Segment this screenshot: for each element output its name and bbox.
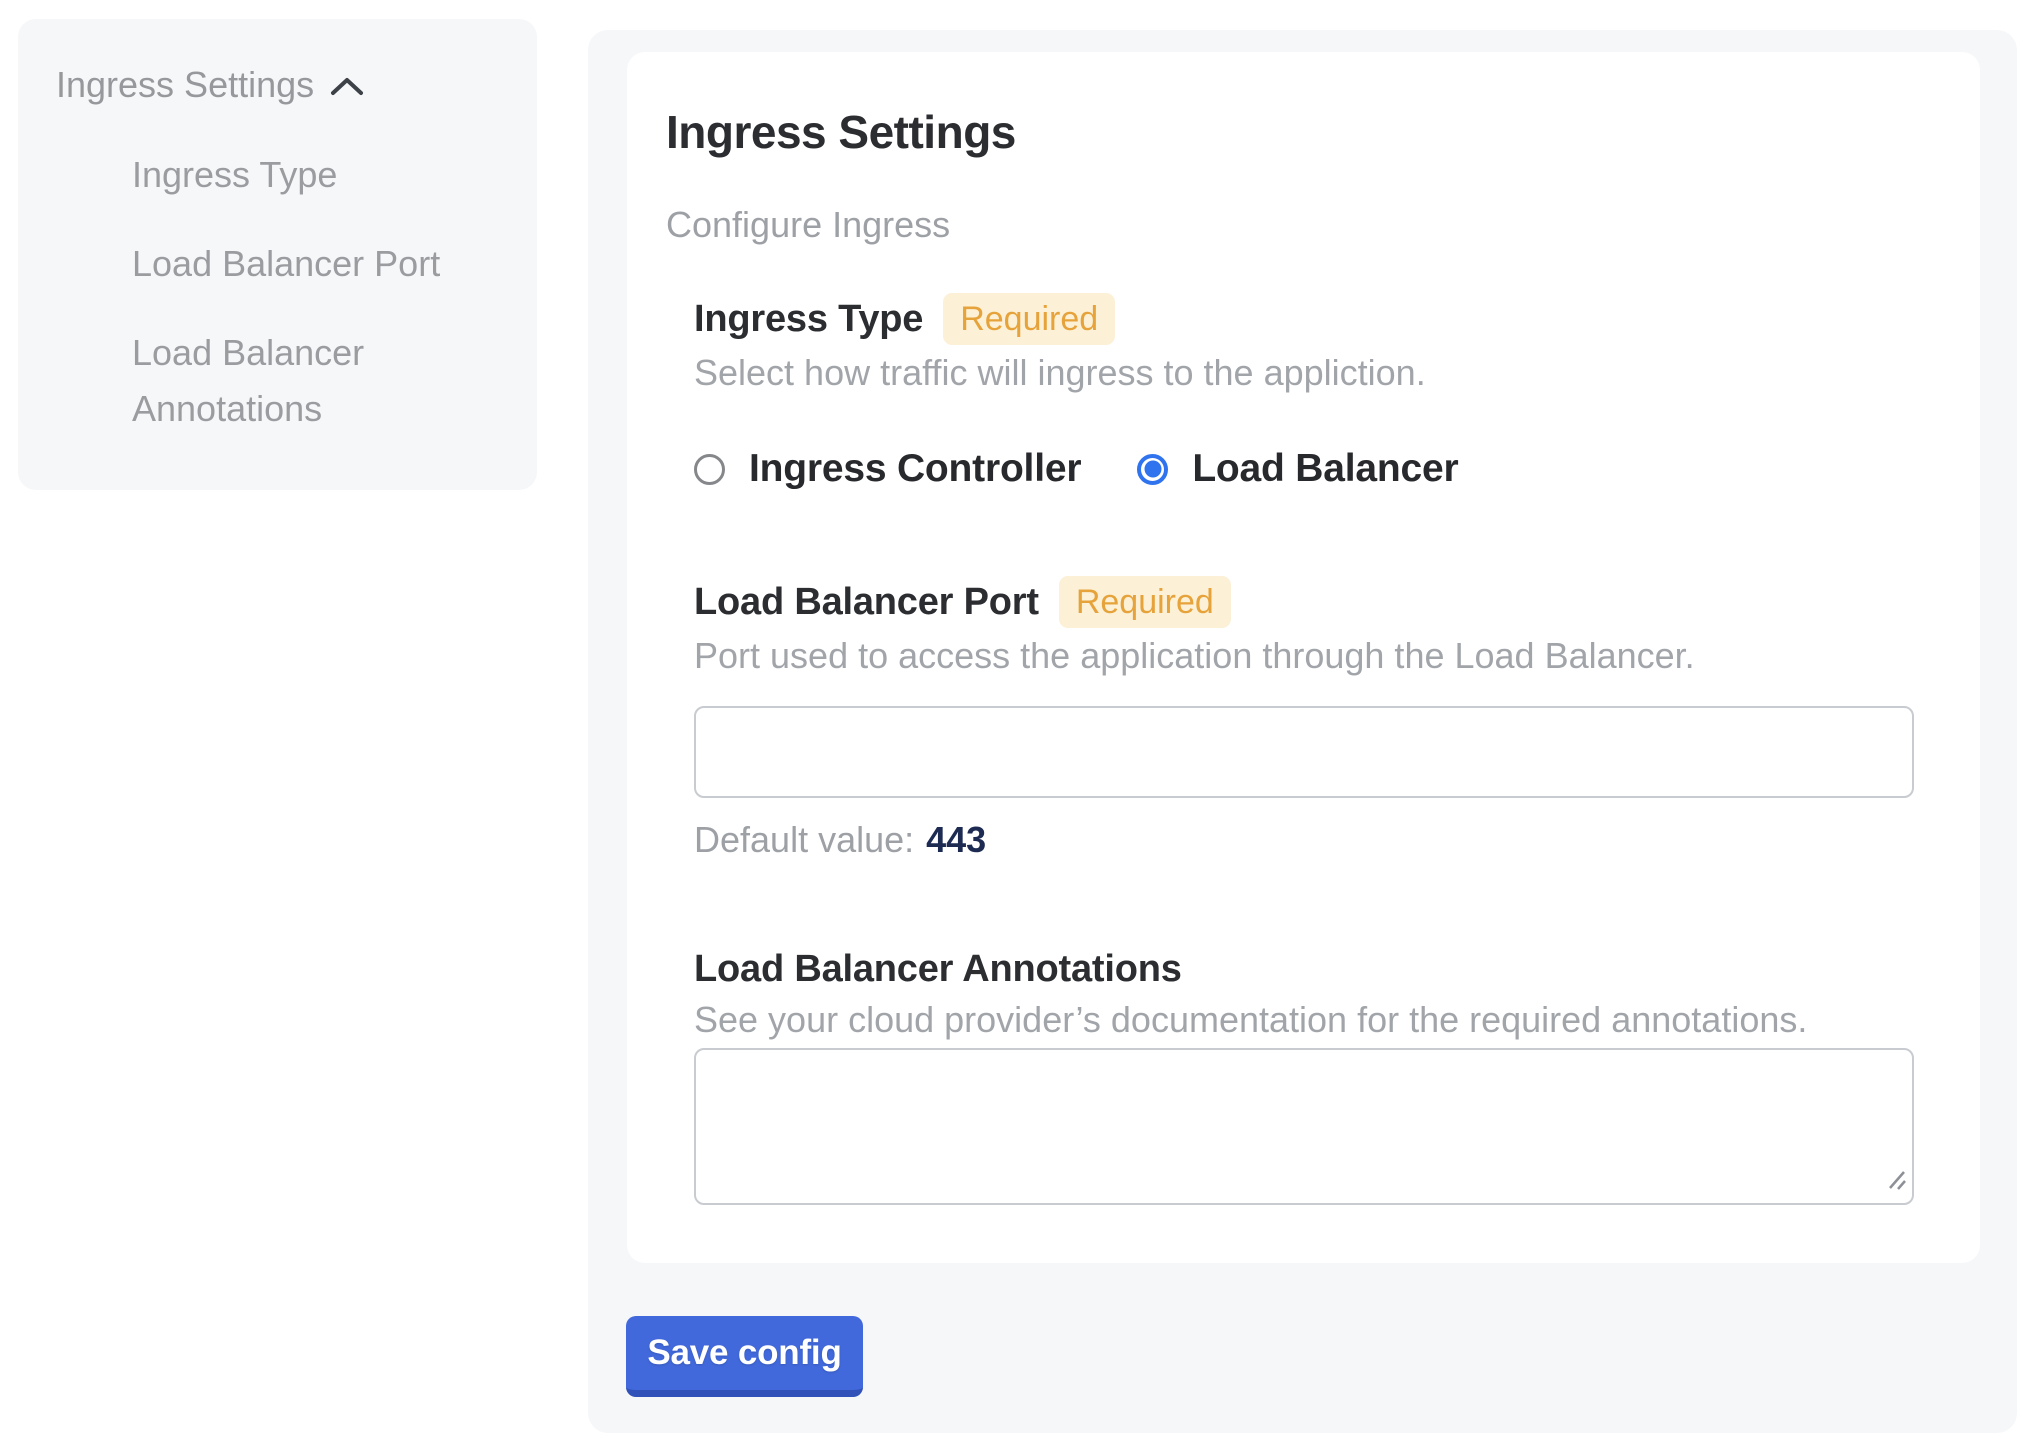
load-balancer-port-input[interactable]: [694, 706, 1914, 798]
default-value-row: Default value: 443: [694, 818, 1920, 862]
section-ingress-type: Ingress Type Required Select how traffic…: [694, 293, 1920, 492]
section-heading-row: Ingress Type Required: [694, 293, 1920, 345]
radio-label: Load Balancer: [1192, 446, 1458, 492]
chevron-up-icon: [330, 73, 364, 97]
section-heading-row: Load Balancer Annotations: [694, 946, 1920, 992]
ingress-type-radio-group: Ingress Controller Load Balancer: [694, 446, 1920, 492]
load-balancer-annotations-textarea[interactable]: [694, 1048, 1914, 1205]
ingress-settings-card: Ingress Settings Configure Ingress Ingre…: [627, 52, 1980, 1263]
radio-option-ingress-controller[interactable]: Ingress Controller: [694, 446, 1081, 492]
sidebar-group-label: Ingress Settings: [56, 63, 314, 107]
radio-selected-icon[interactable]: [1137, 454, 1168, 485]
main-panel: Ingress Settings Configure Ingress Ingre…: [588, 30, 2017, 1433]
sidebar-item-load-balancer-port[interactable]: Load Balancer Port: [132, 236, 497, 292]
annotations-textarea-wrap: [694, 1048, 1914, 1205]
save-config-button[interactable]: Save config: [626, 1316, 863, 1397]
sidebar-item-ingress-type[interactable]: Ingress Type: [132, 147, 497, 203]
section-heading-load-balancer-port: Load Balancer Port: [694, 579, 1039, 625]
sidebar-group-ingress-settings[interactable]: Ingress Settings: [56, 63, 497, 107]
default-value: 443: [926, 819, 986, 860]
sidebar-item-list: Ingress Type Load Balancer Port Load Bal…: [56, 147, 497, 437]
default-value-label: Default value:: [694, 819, 914, 860]
page-title: Ingress Settings: [666, 106, 1920, 158]
section-load-balancer-port: Load Balancer Port Required Port used to…: [694, 576, 1920, 862]
section-heading-load-balancer-annotations: Load Balancer Annotations: [694, 946, 1182, 992]
section-load-balancer-annotations: Load Balancer Annotations See your cloud…: [694, 946, 1920, 1205]
sidebar-item-load-balancer-annotations[interactable]: Load Balancer Annotations: [132, 325, 497, 437]
section-description: Select how traffic will ingress to the a…: [694, 351, 1920, 395]
radio-unselected-icon[interactable]: [694, 454, 725, 485]
section-heading-row: Load Balancer Port Required: [694, 576, 1920, 628]
settings-sidebar: Ingress Settings Ingress Type Load Balan…: [18, 19, 537, 490]
radio-label: Ingress Controller: [749, 446, 1081, 492]
section-description: See your cloud provider’s documentation …: [694, 998, 1920, 1042]
radio-option-load-balancer[interactable]: Load Balancer: [1137, 446, 1458, 492]
required-badge: Required: [943, 293, 1115, 345]
section-heading-ingress-type: Ingress Type: [694, 296, 923, 342]
section-description: Port used to access the application thro…: [694, 634, 1920, 678]
required-badge: Required: [1059, 576, 1231, 628]
page-subtitle: Configure Ingress: [666, 203, 1920, 247]
